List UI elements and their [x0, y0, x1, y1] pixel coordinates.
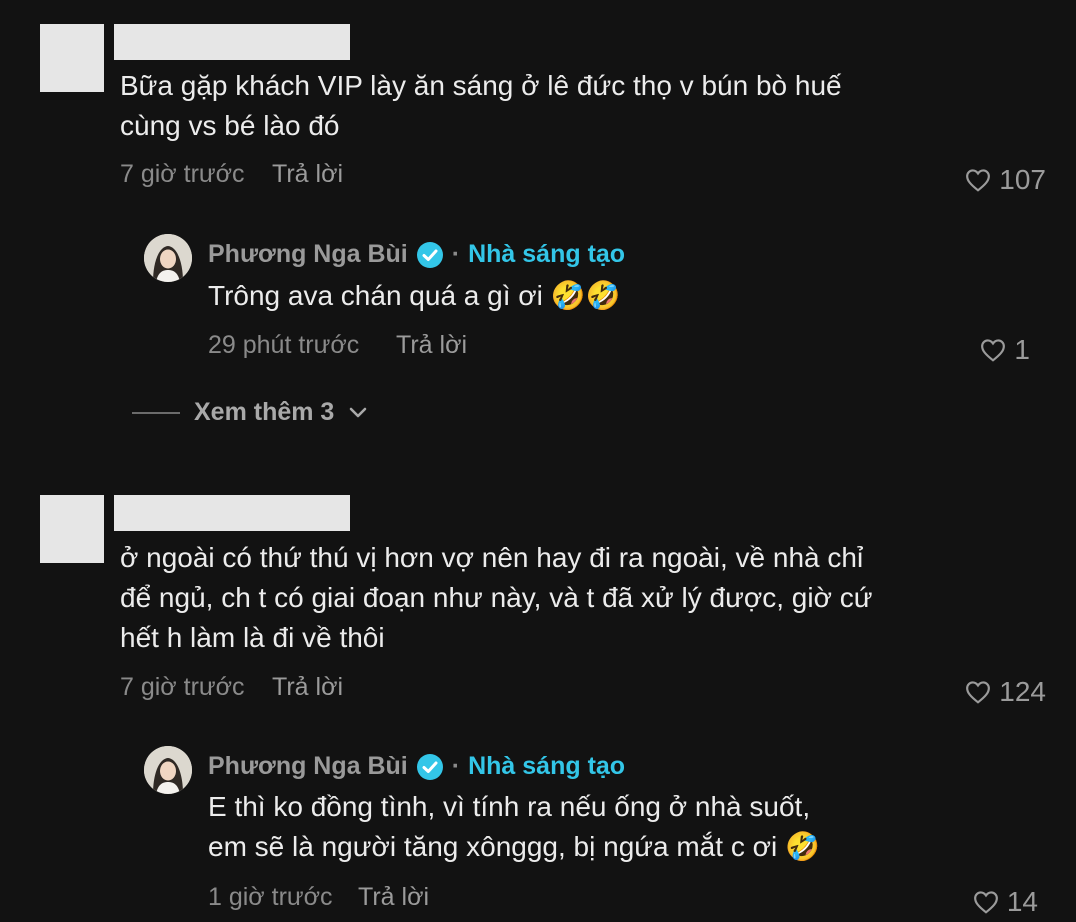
creator-avatar[interactable]	[144, 234, 192, 282]
view-more-label: Xem thêm 3	[194, 398, 335, 426]
reply-text: Trông ava chán quá a gì ơi 🤣🤣	[208, 276, 968, 316]
reply-like-button[interactable]: 1	[980, 334, 1030, 366]
reply-like-count: 14	[1006, 886, 1038, 917]
like-count: 107	[999, 164, 1046, 195]
verified-badge-icon	[416, 241, 443, 268]
comment-username-redacted[interactable]	[114, 495, 350, 531]
separator-dot: ·	[451, 752, 461, 780]
comment-text: Bữa gặp khách VIP lày ăn sáng ở lê đức t…	[120, 66, 1020, 146]
verified-badge-icon	[416, 753, 443, 780]
comment-text-line: để ngủ, ch t có giai đoạn như này, và t …	[120, 582, 873, 613]
reply-button[interactable]: Trả lời	[272, 673, 343, 702]
comment-username-redacted[interactable]	[114, 24, 350, 60]
heart-outline-icon	[966, 681, 991, 704]
reply-text-line: em sẽ là người tăng xônggg, bị ngứa mắt …	[208, 831, 820, 862]
reply-author-row: Phương Nga Bùi · Nhà sáng tạo	[208, 752, 625, 781]
creator-label: Nhà sáng tạo	[468, 752, 626, 780]
comment-text-line: hết h làm là đi về thôi	[120, 622, 385, 653]
reply-like-count: 1	[1014, 334, 1030, 365]
view-more-replies-button[interactable]: Xem thêm 3	[132, 398, 368, 427]
separator-dot: ·	[451, 240, 461, 268]
view-more-divider	[132, 411, 180, 414]
reply-timestamp: 29 phút trước	[208, 331, 360, 359]
comment-timestamp: 7 giờ trước	[120, 160, 245, 188]
avatar-image	[144, 746, 192, 794]
reply-text-line: E thì ko đồng tình, vì tính ra nếu ống ở…	[208, 791, 811, 822]
heart-outline-icon	[966, 169, 991, 192]
avatar-image	[144, 234, 192, 282]
comment-text-line: Bữa gặp khách VIP lày ăn sáng ở lê đức t…	[120, 70, 842, 101]
comment-avatar-redacted[interactable]	[40, 24, 104, 92]
like-button[interactable]: 107	[965, 164, 1046, 196]
creator-label: Nhà sáng tạo	[468, 240, 626, 268]
comment-text-line: ở ngoài có thứ thú vị hơn vợ nên hay đi …	[120, 542, 864, 573]
reply-text-line: Trông ava chán quá a gì ơi 🤣🤣	[208, 280, 621, 311]
comment-avatar-redacted[interactable]	[40, 495, 104, 563]
reply-author-name[interactable]: Phương Nga Bùi	[208, 752, 408, 781]
reply-timestamp: 1 giờ trước	[208, 883, 333, 911]
reply-author-name[interactable]: Phương Nga Bùi	[208, 240, 408, 269]
heart-outline-icon	[973, 891, 998, 914]
reply-button[interactable]: Trả lời	[272, 160, 343, 189]
reply-to-reply-button[interactable]: Trả lời	[396, 331, 467, 360]
like-button[interactable]: 124	[965, 676, 1046, 708]
reply-author-row: Phương Nga Bùi · Nhà sáng tạo	[208, 240, 625, 269]
comment-text: ở ngoài có thứ thú vị hơn vợ nên hay đi …	[120, 538, 1020, 658]
comment-text-line: cùng vs bé lào đó	[120, 110, 340, 141]
chevron-down-icon	[350, 407, 367, 417]
reply-text: E thì ko đồng tình, vì tính ra nếu ống ở…	[208, 787, 988, 867]
reply-like-button[interactable]: 14	[973, 886, 1038, 918]
heart-outline-icon	[981, 339, 1006, 362]
creator-avatar[interactable]	[144, 746, 192, 794]
reply-to-reply-button[interactable]: Trả lời	[358, 883, 429, 912]
like-count: 124	[999, 676, 1046, 707]
comment-timestamp: 7 giờ trước	[120, 673, 245, 701]
